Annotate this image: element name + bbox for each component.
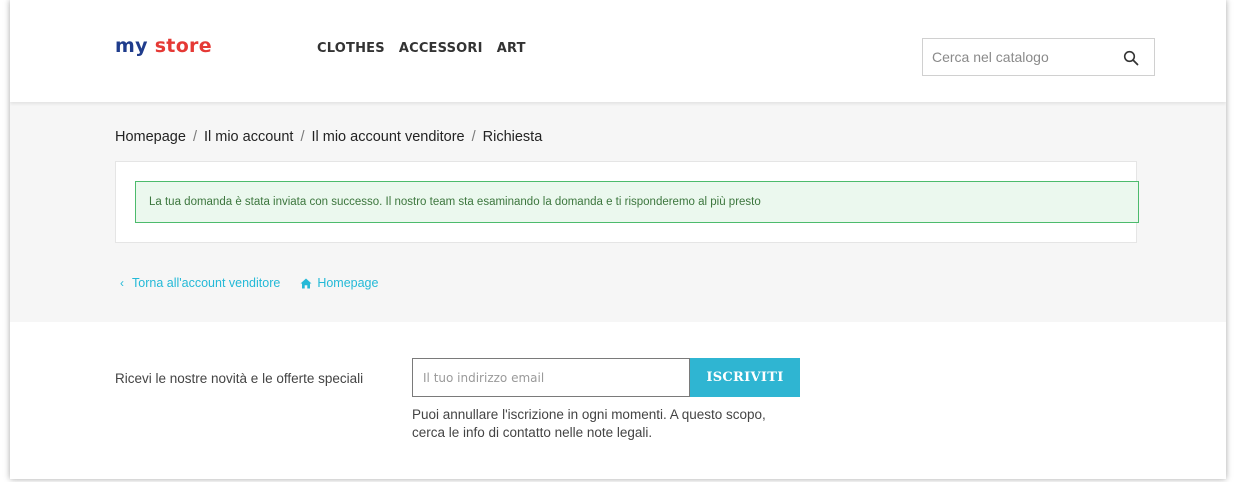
back-to-seller-account-link[interactable]: ‹ Torna all'account venditore <box>120 276 280 290</box>
newsletter-email-input[interactable] <box>412 358 690 397</box>
breadcrumb-my-account[interactable]: Il mio account <box>204 129 293 145</box>
nav-item-accessori[interactable]: ACCESSORI <box>399 41 483 56</box>
chevron-left-icon: ‹ <box>120 276 124 290</box>
nav-item-clothes[interactable]: CLOTHES <box>317 41 385 56</box>
account-links: ‹ Torna all'account venditore Homepage <box>120 276 378 290</box>
nav-item-art[interactable]: ART <box>497 41 526 56</box>
subscribe-button[interactable]: ISCRIVITI <box>690 358 800 397</box>
alert-card: La tua domanda è stata inviata con succe… <box>115 161 1139 243</box>
store-logo[interactable]: my store <box>115 34 212 58</box>
breadcrumb-homepage[interactable]: Homepage <box>115 129 186 145</box>
breadcrumb-seller-account[interactable]: Il mio account venditore <box>311 129 464 145</box>
breadcrumb-separator: / <box>300 129 305 145</box>
success-alert: La tua domanda è stata inviata con succe… <box>135 181 1139 223</box>
breadcrumb: Homepage / Il mio account / Il mio account v… <box>115 129 542 145</box>
main-nav: CLOTHES ACCESSORI ART <box>317 41 526 56</box>
newsletter-note: Puoi annullare l'iscrizione in ogni mome… <box>412 407 766 440</box>
site-header: my store CLOTHES ACCESSORI ART <box>10 0 1226 102</box>
home-icon <box>300 278 312 288</box>
logo-part-store: store <box>154 35 212 57</box>
back-link-label: Torna all'account venditore <box>132 276 281 290</box>
homepage-link-label: Homepage <box>317 276 379 290</box>
breadcrumb-separator: / <box>471 129 476 145</box>
homepage-link[interactable]: Homepage <box>300 276 378 290</box>
logo-part-my: my <box>115 35 155 57</box>
newsletter-label: Ricevi le nostre novità e le offerte spe… <box>115 371 364 386</box>
newsletter-section: Ricevi le nostre novità e le offerte spe… <box>10 322 1226 479</box>
breadcrumb-separator: / <box>192 129 197 145</box>
page-frame: my store CLOTHES ACCESSORI ART Homepage /… <box>10 0 1226 479</box>
breadcrumb-current: Richiesta <box>482 129 543 145</box>
search-input[interactable] <box>923 39 1113 75</box>
search-icon[interactable] <box>1123 50 1139 66</box>
search-box <box>922 38 1155 76</box>
